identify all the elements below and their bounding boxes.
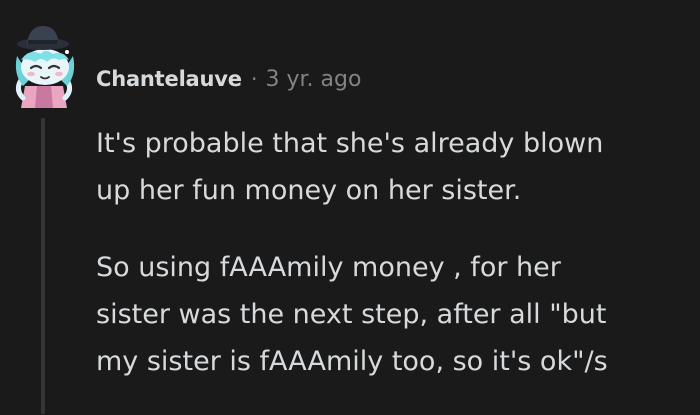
comment: Chantelauve · 3 yr. ago It's probable th…	[0, 0, 700, 414]
comment-timestamp[interactable]: 3 yr. ago	[266, 67, 362, 92]
snoo-avatar-icon	[15, 26, 75, 108]
comment-body: It's probable that she's already blown u…	[96, 120, 696, 415]
separator-dot: ·	[250, 67, 258, 91]
comment-header: Chantelauve · 3 yr. ago	[96, 62, 361, 96]
comment-paragraph: So using fAAAmily money , for her sister…	[96, 252, 608, 377]
user-avatar[interactable]	[7, 22, 83, 108]
username-link[interactable]: Chantelauve	[96, 67, 242, 91]
thread-line[interactable]	[41, 118, 45, 414]
comment-paragraph: It's probable that she's already blown u…	[96, 128, 604, 206]
